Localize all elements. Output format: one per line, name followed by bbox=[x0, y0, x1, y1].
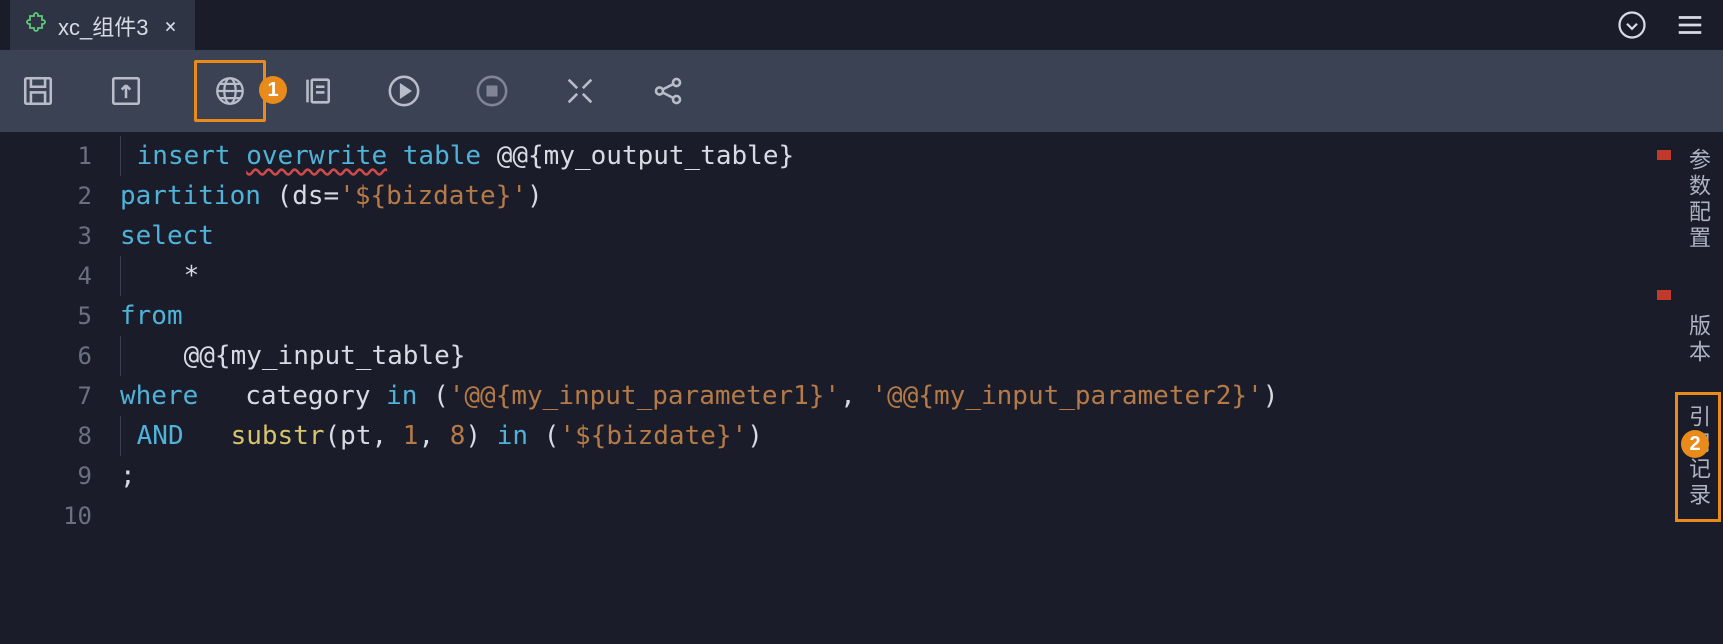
chevron-circle-down-icon[interactable] bbox=[1617, 10, 1647, 40]
rail-params-config[interactable]: 参数配置 bbox=[1682, 132, 1714, 268]
code-line[interactable]: AND substr(pt, 1, 8) in ('${bizdate}') bbox=[120, 416, 1723, 456]
right-rail: 参数配置 版本 引用记录 bbox=[1673, 132, 1723, 644]
run-button[interactable] bbox=[384, 71, 424, 111]
callout-badge-1: 1 bbox=[259, 76, 287, 104]
stop-button[interactable] bbox=[472, 71, 512, 111]
rail-version[interactable]: 版本 bbox=[1682, 298, 1714, 382]
code-line[interactable]: partition (ds='${bizdate}') bbox=[120, 176, 1723, 216]
code-line[interactable]: * bbox=[120, 256, 1723, 296]
line-number: 4 bbox=[0, 256, 120, 296]
upload-button[interactable] bbox=[106, 71, 146, 111]
params-button[interactable] bbox=[296, 71, 336, 111]
puzzle-icon bbox=[24, 12, 48, 40]
line-number: 8 bbox=[0, 416, 120, 456]
line-number: 2 bbox=[0, 176, 120, 216]
error-marker bbox=[1657, 150, 1671, 160]
globe-button[interactable] bbox=[194, 60, 266, 122]
line-number: 1 bbox=[0, 136, 120, 176]
line-number: 7 bbox=[0, 376, 120, 416]
line-gutter: 12345678910 bbox=[0, 132, 120, 644]
tab-bar: xc_组件3 × bbox=[0, 0, 1723, 50]
tab-label: xc_组件3 bbox=[58, 10, 148, 42]
tab-xc-component3[interactable]: xc_组件3 × bbox=[10, 0, 195, 52]
toolbar: 1 bbox=[0, 50, 1723, 132]
line-number: 5 bbox=[0, 296, 120, 336]
line-number: 9 bbox=[0, 456, 120, 496]
tools-button[interactable] bbox=[560, 71, 600, 111]
line-number: 3 bbox=[0, 216, 120, 256]
code-line[interactable]: select bbox=[120, 216, 1723, 256]
save-button[interactable] bbox=[18, 71, 58, 111]
code-line[interactable]: insert overwrite table @@{my_output_tabl… bbox=[120, 136, 1723, 176]
close-icon[interactable]: × bbox=[164, 14, 176, 38]
code-line[interactable]: where category in ('@@{my_input_paramete… bbox=[120, 376, 1723, 416]
code-line[interactable]: @@{my_input_table} bbox=[120, 336, 1723, 376]
callout-badge-2: 2 bbox=[1681, 430, 1709, 458]
code-editor[interactable]: 12345678910 insert overwrite table @@{my… bbox=[0, 132, 1723, 644]
code-content[interactable]: insert overwrite table @@{my_output_tabl… bbox=[120, 132, 1723, 644]
hamburger-icon[interactable] bbox=[1675, 10, 1705, 40]
line-number: 10 bbox=[0, 496, 120, 536]
code-line[interactable] bbox=[120, 496, 1723, 536]
share-button[interactable] bbox=[648, 71, 688, 111]
code-line[interactable]: ; bbox=[120, 456, 1723, 496]
error-marker bbox=[1657, 290, 1671, 300]
code-line[interactable]: from bbox=[120, 296, 1723, 336]
minimap bbox=[1657, 132, 1671, 430]
line-number: 6 bbox=[0, 336, 120, 376]
